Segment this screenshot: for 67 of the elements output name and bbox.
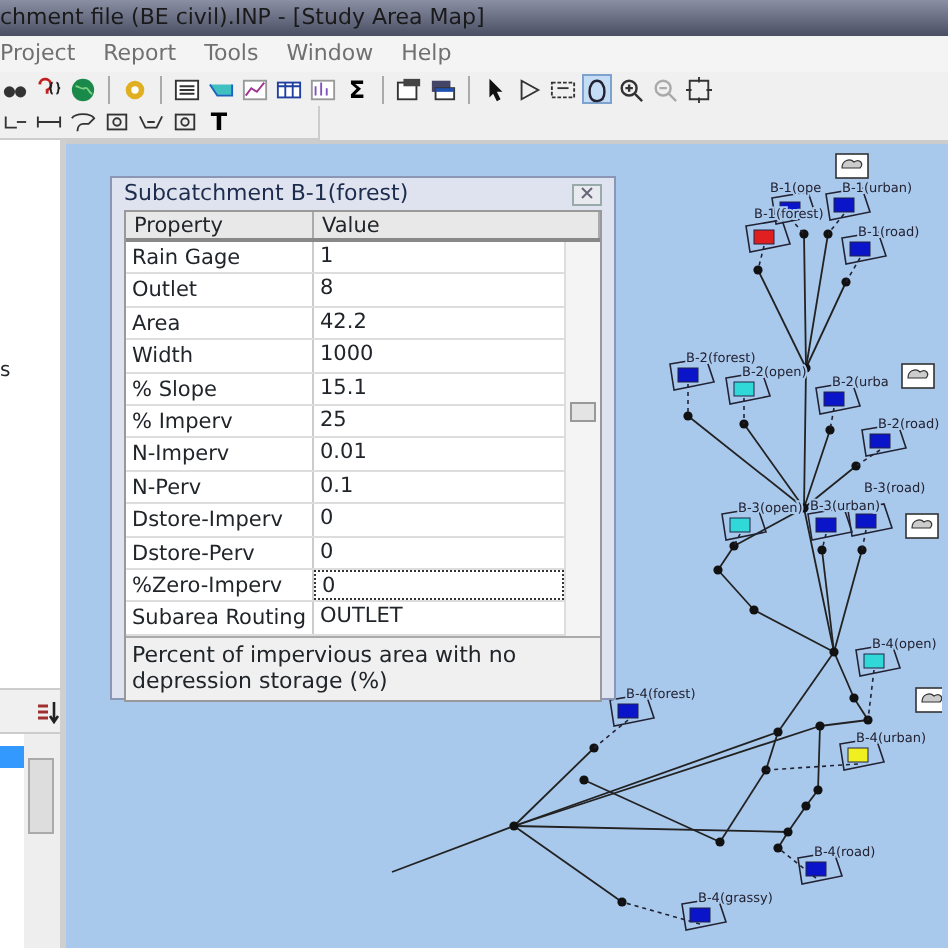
zoom-out-icon <box>652 75 678 103</box>
property-value[interactable]: 42.2 <box>314 307 564 339</box>
rain-gage-icon[interactable] <box>905 513 939 539</box>
subcatchment[interactable] <box>745 219 792 271</box>
property-name: % Slope <box>126 373 314 404</box>
full-extent-icon <box>686 75 712 103</box>
pipe-tool[interactable] <box>68 107 98 137</box>
menu-item[interactable]: Help <box>401 36 452 72</box>
property-value[interactable]: 25 <box>314 405 564 437</box>
menu-item[interactable]: Report <box>103 36 177 72</box>
scrollbar[interactable] <box>564 242 600 636</box>
property-value[interactable]: 15.1 <box>314 373 564 404</box>
select-vertex-icon <box>516 75 542 103</box>
property-name: Outlet <box>126 274 314 306</box>
menu-item[interactable]: Project <box>0 36 76 72</box>
property-name: Rain Gage <box>126 242 314 273</box>
column-header[interactable]: Property <box>126 212 314 238</box>
close-button[interactable] <box>572 183 602 205</box>
node-icon <box>104 108 130 136</box>
property-value[interactable]: OUTLET <box>314 602 564 634</box>
globe-icon <box>70 75 96 103</box>
menu-item[interactable]: Window <box>286 36 374 72</box>
pipe-icon <box>70 108 96 136</box>
property-name: Dstore-Imperv <box>126 504 314 536</box>
tool-button[interactable]: T <box>204 107 234 137</box>
property-value[interactable]: 1 <box>314 242 564 273</box>
full-extent-tool[interactable] <box>684 74 714 104</box>
menu-item[interactable]: Tools <box>204 36 259 72</box>
list-icon <box>174 75 200 103</box>
node-icon <box>172 108 198 136</box>
column-header[interactable]: Value <box>314 212 600 238</box>
panel-text: s <box>0 360 13 384</box>
options-icon <box>396 75 422 103</box>
property-name: N-Imperv <box>126 438 314 470</box>
property-name: Area <box>126 307 314 339</box>
rain-gage-icon[interactable] <box>901 363 935 389</box>
graph-tool[interactable] <box>240 74 270 104</box>
rain-gage-icon[interactable] <box>915 687 942 713</box>
list-tool[interactable] <box>172 74 202 104</box>
tool-button[interactable]: Σ <box>342 74 372 104</box>
property-value[interactable]: 0 <box>314 537 564 568</box>
property-value[interactable]: 0 <box>314 504 564 536</box>
rain-gage-icon[interactable] <box>835 153 869 179</box>
property-name: N-Perv <box>126 471 314 503</box>
property-description: Percent of impervious area with no depression storage (%) <box>126 635 600 700</box>
scrollbar[interactable] <box>24 734 60 948</box>
window-title: chment file (BE civil).INP - [Study Area Map] <box>0 0 948 36</box>
options-tool[interactable] <box>394 74 424 104</box>
property-value[interactable]: 0.1 <box>314 471 564 503</box>
globe-tool[interactable] <box>68 74 98 104</box>
chart-icon <box>310 75 336 103</box>
zoom-in-icon <box>618 75 644 103</box>
graph-icon <box>242 75 268 103</box>
property-value[interactable]: 8 <box>314 274 564 306</box>
windows-icon <box>430 75 456 103</box>
sort-icon[interactable] <box>36 699 60 723</box>
property-value[interactable]: 1000 <box>314 340 564 372</box>
property-name: Dstore-Perv <box>126 537 314 568</box>
chart-tool[interactable] <box>308 74 338 104</box>
property-name: Subarea Routing <box>126 602 314 634</box>
property-name: Width <box>126 340 314 372</box>
close-icon <box>580 186 594 201</box>
zoom-in-tool[interactable] <box>616 74 646 104</box>
property-value[interactable]: 0.01 <box>314 438 564 470</box>
property-name: %Zero-Imperv <box>126 569 314 601</box>
property-name: % Imperv <box>126 405 314 437</box>
dialog-title: Subcatchment B-1(forest) <box>124 177 409 210</box>
